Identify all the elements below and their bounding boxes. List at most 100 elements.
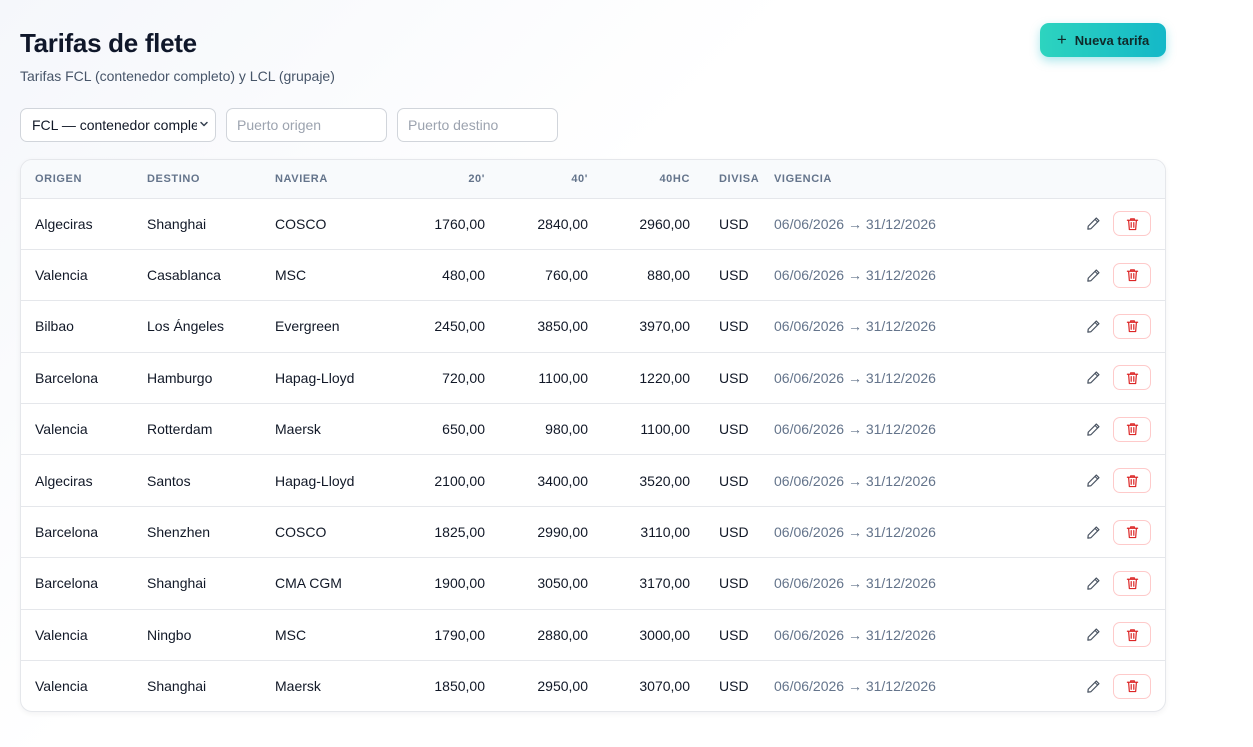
- delete-button[interactable]: [1113, 622, 1151, 648]
- pencil-icon[interactable]: [1083, 573, 1103, 593]
- cell-origen: Valencia: [21, 403, 147, 456]
- row-actions: [1083, 622, 1151, 648]
- pencil-icon[interactable]: [1083, 676, 1103, 696]
- cell-origen: Barcelona: [21, 352, 147, 405]
- trash-icon: [1126, 474, 1139, 488]
- pencil-icon[interactable]: [1083, 471, 1103, 491]
- column-header-vigencia: VIGENCIA: [774, 160, 1004, 199]
- cell-vigencia: 06/06/2026 → 31/12/2026: [774, 678, 936, 695]
- origin-port-input[interactable]: [226, 108, 387, 142]
- row-actions: [1083, 468, 1151, 494]
- cell-vigencia: 06/06/2026 → 31/12/2026: [774, 300, 1004, 353]
- pencil-icon[interactable]: [1083, 316, 1103, 336]
- table-row: Valencia Rotterdam Maersk 650,00 980,00 1100,…: [21, 403, 1165, 456]
- column-header-naviera: NAVIERA: [275, 160, 405, 199]
- cell-destino: Santos: [147, 454, 275, 507]
- table-row: Barcelona Shanghai CMA CGM 1900,00 3050,00 31…: [21, 557, 1165, 610]
- cell-divisa: USD: [690, 454, 774, 507]
- trash-icon: [1126, 371, 1139, 385]
- cell-divisa: USD: [690, 557, 774, 610]
- delete-button[interactable]: [1113, 416, 1151, 442]
- new-rate-button[interactable]: + Nueva tarifa: [1040, 23, 1166, 57]
- row-actions: [1083, 519, 1151, 545]
- cell-vigencia: 06/06/2026 → 31/12/2026: [774, 403, 1004, 456]
- table-row: Valencia Casablanca MSC 480,00 760,00 880,00 U…: [21, 249, 1165, 302]
- chevron-down-icon: [199, 119, 209, 132]
- page-subtitle: Tarifas FCL (contenedor completo) y LCL …: [20, 68, 335, 84]
- page-title: Tarifas de flete: [20, 28, 197, 58]
- delete-button[interactable]: [1113, 211, 1151, 237]
- row-actions: [1083, 313, 1151, 339]
- pencil-icon[interactable]: [1083, 265, 1103, 285]
- table-row: Bilbao Los Ángeles Evergreen 2450,00 3850,00…: [21, 300, 1165, 353]
- filters-bar: FCL — contenedor completo: [20, 108, 558, 142]
- cell-vigencia: 06/06/2026 → 31/12/2026: [774, 609, 1004, 662]
- delete-button[interactable]: [1113, 673, 1151, 699]
- cell-price-20: 480,00: [405, 249, 485, 302]
- cell-actions: [1004, 403, 1165, 456]
- cell-price-40: 2880,00: [485, 609, 588, 662]
- row-actions: [1083, 211, 1151, 237]
- plus-icon: +: [1056, 30, 1067, 49]
- cell-price-40hc: 880,00: [588, 249, 690, 302]
- cell-destino: Ningbo: [147, 609, 275, 662]
- cell-divisa: USD: [690, 300, 774, 353]
- cell-price-20: 2450,00: [405, 300, 485, 353]
- column-header-destino: DESTINO: [147, 160, 275, 199]
- trash-icon: [1126, 268, 1139, 282]
- cell-naviera: MSC: [275, 249, 405, 302]
- cell-price-40hc: 3170,00: [588, 557, 690, 610]
- trash-icon: [1126, 679, 1139, 693]
- cell-actions: [1004, 352, 1165, 405]
- row-actions: [1083, 570, 1151, 596]
- cell-price-40hc: 2960,00: [588, 198, 690, 250]
- delete-button[interactable]: [1113, 570, 1151, 596]
- cell-price-20: 720,00: [405, 352, 485, 405]
- cell-price-20: 1825,00: [405, 506, 485, 559]
- cell-destino: Shanghai: [147, 678, 207, 695]
- destination-port-input[interactable]: [397, 108, 558, 142]
- cell-price-40hc: 3110,00: [588, 506, 690, 559]
- delete-button[interactable]: [1113, 519, 1151, 545]
- delete-button[interactable]: [1113, 468, 1151, 494]
- new-rate-button-label: Nueva tarifa: [1074, 32, 1150, 48]
- pencil-icon[interactable]: [1083, 522, 1103, 542]
- row-actions: [1083, 416, 1151, 442]
- cell-divisa: USD: [690, 352, 774, 405]
- cell-origen: Barcelona: [21, 557, 147, 610]
- pencil-icon[interactable]: [1083, 214, 1103, 234]
- cell-origen: Barcelona: [21, 506, 147, 559]
- cell-origen: Valencia: [21, 249, 147, 302]
- cell-naviera: MSC: [275, 609, 405, 662]
- pencil-icon[interactable]: [1083, 419, 1103, 439]
- cell-price-40hc: 1100,00: [588, 403, 690, 456]
- cell-actions: [1004, 300, 1165, 353]
- cell-price-40: 760,00: [485, 249, 588, 302]
- pencil-icon[interactable]: [1083, 368, 1103, 388]
- table-row: Algeciras Shanghai COSCO 1760,00 2840,00 2960…: [21, 198, 1165, 250]
- cell-price-20: 1790,00: [405, 609, 485, 662]
- delete-button[interactable]: [1113, 365, 1151, 391]
- mode-select[interactable]: FCL — contenedor completo: [20, 108, 216, 142]
- cell-destino: Casablanca: [147, 249, 275, 302]
- column-header-20: 20': [405, 160, 485, 199]
- cell-price-20: 1760,00: [405, 198, 485, 250]
- pencil-icon[interactable]: [1083, 625, 1103, 645]
- cell-destino: Shenzhen: [147, 506, 275, 559]
- cell-destino: Shanghai: [147, 557, 275, 610]
- cell-naviera: Maersk: [275, 678, 321, 695]
- cell-origen: Valencia: [35, 678, 88, 695]
- cell-actions: [1004, 454, 1165, 507]
- cell-price-20: 650,00: [405, 403, 485, 456]
- rates-table: ORIGEN DESTINO NAVIERA 20' 40' 40HC DIVI…: [21, 160, 1165, 711]
- table-row: Barcelona Hamburgo Hapag-Lloyd 720,00 1100,0…: [21, 352, 1165, 405]
- cell-vigencia: 06/06/2026 → 31/12/2026: [774, 454, 1004, 507]
- delete-button[interactable]: [1113, 262, 1151, 288]
- table-row: Barcelona Shenzhen COSCO 1825,00 2990,00 3110…: [21, 506, 1165, 559]
- cell-vigencia: 06/06/2026 → 31/12/2026: [774, 557, 1004, 610]
- trash-icon: [1126, 422, 1139, 436]
- cell-divisa: USD: [690, 249, 774, 302]
- cell-destino: Hamburgo: [147, 352, 275, 405]
- column-header-divisa: DIVISA: [690, 160, 774, 199]
- delete-button[interactable]: [1113, 313, 1151, 339]
